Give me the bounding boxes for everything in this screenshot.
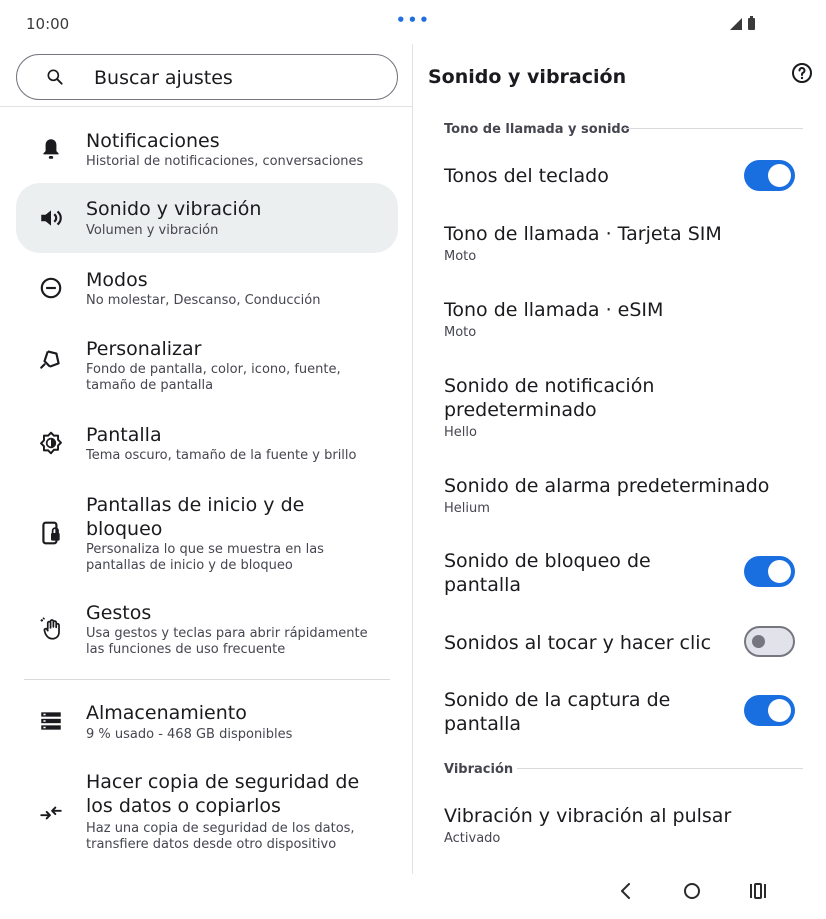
- bell-icon: [43, 139, 59, 159]
- divider: [24, 679, 390, 680]
- toggle-tonos-teclado[interactable]: [744, 160, 795, 191]
- sidebar-item-subtitle: Haz una copia de seguridad de los datos,…: [86, 821, 355, 852]
- section-header-ringtone: Tono de llamada y sonido: [444, 122, 630, 137]
- sidebar-item-subtitle: No molestar, Descanso, Conducción: [86, 293, 321, 308]
- sidebar-item-subtitle: Fondo de pantalla, color, icono, fuente,…: [86, 362, 341, 393]
- pref-vibracion[interactable]: Vibración y vibración al pulsar Activado: [444, 804, 804, 848]
- pref-title: Sonido de notificación predeterminado: [444, 375, 655, 421]
- sidebar-item-title: Pantallas de inicio y de bloqueo: [86, 494, 305, 540]
- settings-list-pane: Buscar ajustes Notificaciones Historial …: [0, 44, 412, 874]
- divider: [0, 106, 412, 107]
- recents-icon[interactable]: [748, 882, 768, 900]
- sidebar-item-copia-seguridad[interactable]: Hacer copia de seguridad de los datos o …: [16, 770, 398, 860]
- section-header-vibracion: Vibración: [444, 762, 514, 777]
- sidebar-item-subtitle: Historial de notificaciones, conversacio…: [86, 154, 364, 169]
- status-time: 10:00: [26, 15, 70, 33]
- pref-subtitle: Moto: [444, 325, 477, 340]
- back-icon[interactable]: [616, 880, 636, 902]
- pane-separator: [412, 44, 413, 874]
- volume-icon: [41, 210, 62, 226]
- sidebar-item-title: Notificaciones: [86, 130, 220, 152]
- section-divider: [517, 768, 803, 769]
- pref-tono-sim[interactable]: Tono de llamada · Tarjeta SIM Moto: [444, 222, 804, 266]
- pref-title: Sonido de bloqueo de pantalla: [444, 550, 651, 596]
- pref-sonidos-tocar[interactable]: Sonidos al tocar y hacer clic: [444, 631, 734, 655]
- pref-title: Sonidos al tocar y hacer clic: [444, 632, 712, 654]
- toggle-sonido-captura[interactable]: [744, 695, 795, 726]
- pref-title: Sonido de alarma predeterminado: [444, 475, 770, 497]
- page-title: Sonido y vibración: [428, 66, 627, 88]
- brightness-icon: [40, 431, 62, 455]
- pref-subtitle: Activado: [444, 831, 501, 846]
- signal-battery-icon: [730, 16, 755, 30]
- sidebar-item-subtitle: Tema oscuro, tamaño de la fuente y brill…: [86, 448, 357, 463]
- sidebar-item-almacenamiento[interactable]: Almacenamiento 9 % usado - 468 GB dispon…: [16, 696, 398, 756]
- sidebar-item-title: Hacer copia de seguridad de los datos o …: [86, 771, 360, 817]
- toggle-sonidos-tocar[interactable]: [744, 626, 795, 657]
- pref-sonido-alarma[interactable]: Sonido de alarma predeterminado Helium: [444, 474, 804, 518]
- pref-title: Vibración y vibración al pulsar: [444, 805, 732, 827]
- pref-subtitle: Moto: [444, 249, 477, 264]
- help-icon[interactable]: [790, 61, 814, 85]
- sidebar-item-title: Sonido y vibración: [86, 198, 262, 220]
- search-icon: [47, 69, 63, 85]
- pref-title: Tono de llamada · Tarjeta SIM: [444, 223, 722, 245]
- pref-sonido-notificacion[interactable]: Sonido de notificación predeterminado He…: [444, 374, 744, 442]
- dnd-icon: [40, 277, 62, 299]
- sidebar-item-notificaciones[interactable]: Notificaciones Historial de notificacion…: [16, 120, 398, 180]
- sidebar-item-modos[interactable]: Modos No molestar, Descanso, Conducción: [16, 259, 398, 319]
- pref-sonido-bloqueo[interactable]: Sonido de bloqueo de pantalla: [444, 549, 704, 597]
- toggle-knob: [768, 164, 791, 187]
- pref-title: Tono de llamada · eSIM: [444, 299, 664, 321]
- sidebar-item-pantalla[interactable]: Pantalla Tema oscuro, tamaño de la fuent…: [16, 414, 398, 474]
- pref-subtitle: Hello: [444, 425, 477, 440]
- sidebar-item-title: Almacenamiento: [86, 702, 247, 724]
- sidebar-item-title: Personalizar: [86, 338, 202, 360]
- sidebar-item-pantallas-inicio-bloqueo[interactable]: Pantallas de inicio y de bloqueo Persona…: [16, 490, 398, 580]
- sidebar-item-gestos[interactable]: Gestos Usa gestos y teclas para abrir rá…: [16, 598, 398, 668]
- pref-tonos-teclado[interactable]: Tonos del teclado: [444, 164, 734, 188]
- storage-icon: [41, 712, 61, 730]
- toggle-sonido-bloqueo[interactable]: [744, 556, 795, 587]
- pref-title: Tonos del teclado: [444, 165, 609, 187]
- status-dots: •••: [396, 11, 431, 29]
- sidebar-item-subtitle: 9 % usado - 468 GB disponibles: [86, 727, 293, 742]
- gesture-icon: [40, 617, 60, 640]
- sidebar-item-sonido[interactable]: Sonido y vibración Volumen y vibración: [16, 183, 398, 253]
- sidebar-item-title: Gestos: [86, 602, 152, 624]
- home-icon[interactable]: [682, 881, 702, 901]
- pref-sonido-captura[interactable]: Sonido de la captura de pantalla: [444, 688, 704, 736]
- pref-tono-esim[interactable]: Tono de llamada · eSIM Moto: [444, 298, 804, 342]
- brush-icon: [40, 350, 60, 369]
- sidebar-item-subtitle: Usa gestos y teclas para abrir rápidamen…: [86, 626, 368, 657]
- sidebar-item-title: Pantalla: [86, 424, 162, 446]
- search-bar[interactable]: Buscar ajustes: [16, 54, 398, 100]
- sidebar-item-subtitle: Volumen y vibración: [86, 223, 219, 238]
- toggle-knob: [768, 560, 791, 583]
- pref-subtitle: Helium: [444, 501, 490, 516]
- sidebar-item-title: Modos: [86, 269, 148, 291]
- pref-title: Sonido de la captura de pantalla: [444, 689, 671, 735]
- sidebar-item-subtitle: Personaliza lo que se muestra en las pan…: [86, 542, 324, 573]
- search-placeholder: Buscar ajustes: [94, 67, 233, 89]
- sidebar-item-personalizar[interactable]: Personalizar Fondo de pantalla, color, i…: [16, 328, 398, 398]
- toggle-knob: [752, 635, 765, 648]
- backup-icon: [40, 806, 62, 820]
- toggle-knob: [768, 699, 791, 722]
- lockscreen-icon: [42, 521, 60, 545]
- section-divider: [623, 128, 803, 129]
